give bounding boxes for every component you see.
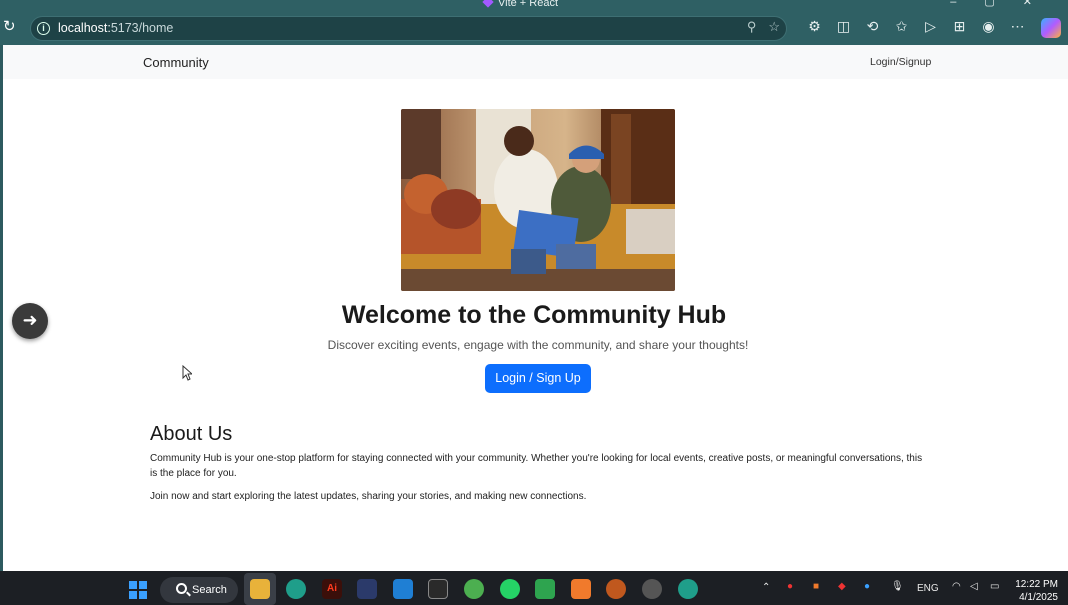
edge-browser-icon[interactable] xyxy=(286,579,306,599)
nav-login-link[interactable]: Login/Signup xyxy=(870,56,931,68)
hero-title: Welcome to the Community Hub xyxy=(341,301,727,329)
about-paragraph-1: Community Hub is your one-stop platform … xyxy=(150,453,923,479)
hero-subtitle: Discover exciting events, engage with th… xyxy=(327,338,749,352)
tab-title-text: Vite + React xyxy=(498,0,559,9)
taskbar-search[interactable]: Search xyxy=(160,577,238,603)
tray-xampp-icon[interactable]: ■ xyxy=(813,581,819,592)
send-icon[interactable]: ▷ xyxy=(916,18,945,35)
microphone-icon[interactable]: 🎙 xyxy=(891,581,904,592)
search-icon xyxy=(176,583,187,594)
taskbar-clock[interactable]: 12:22 PM 4/1/2025 xyxy=(1012,578,1058,604)
arrow-right-icon[interactable]: ➜ xyxy=(12,303,48,339)
about-paragraph-2: Join now and start exploring the latest … xyxy=(150,491,587,502)
url-path: 5173/home xyxy=(110,21,174,35)
hero-image xyxy=(401,109,675,291)
about-heading: About Us xyxy=(150,423,233,445)
extensions-icon[interactable]: ⚙ xyxy=(800,18,829,35)
search-label: Search xyxy=(192,584,227,596)
favorite-star-icon[interactable]: ☆ xyxy=(768,19,780,34)
edge-profile-icon[interactable] xyxy=(678,579,698,599)
navbar-brand[interactable]: Community xyxy=(143,55,209,70)
chrome-icon[interactable] xyxy=(642,579,662,599)
brave-browser-icon[interactable] xyxy=(606,579,626,599)
mysql-workbench-icon[interactable] xyxy=(357,579,377,599)
wifi-icon[interactable]: ◠ xyxy=(952,581,961,592)
history-icon[interactable]: ⟲ xyxy=(858,18,887,35)
copilot-icon[interactable] xyxy=(1041,18,1061,38)
window-controls[interactable]: –▢✕ xyxy=(950,0,1060,8)
whatsapp-icon[interactable] xyxy=(500,579,520,599)
show-hidden-icons-icon[interactable]: ⌃ xyxy=(762,582,770,593)
browser-toolbar: ↻ i localhost:5173/home ⚲ ☆ ⚙ ◫ ⟲ ✩ ▷ ⊞ ◉ ⋯ xyxy=(0,12,1068,45)
url-text[interactable]: localhost:5173/home xyxy=(58,21,173,35)
address-bar[interactable]: i localhost:5173/home ⚲ ☆ xyxy=(30,16,787,41)
reload-icon[interactable]: ↻ xyxy=(3,19,19,35)
tray-app-3-icon[interactable]: ● xyxy=(864,581,870,592)
tray-app-2-icon[interactable]: ◆ xyxy=(838,581,846,592)
clock-date: 4/1/2025 xyxy=(1019,592,1058,603)
tray-app-1-icon[interactable]: ● xyxy=(787,581,793,592)
file-explorer-icon[interactable] xyxy=(250,579,270,599)
login-signup-button[interactable]: Login / Sign Up xyxy=(485,364,591,393)
profile-icon[interactable]: ◉ xyxy=(974,18,1003,35)
url-host: localhost: xyxy=(58,21,111,35)
tab-title[interactable]: Vite + React xyxy=(482,0,559,9)
close-window-button[interactable]: ✕ xyxy=(1023,0,1060,8)
windows-taskbar: Search Ai ⌃ ● ■ ◆ ● 🎙 ENG ◠ ◁ ▭ 12:22 PM… xyxy=(0,571,1068,605)
vscode-icon[interactable] xyxy=(393,579,413,599)
site-info-icon[interactable]: i xyxy=(37,22,50,35)
split-screen-icon[interactable]: ◫ xyxy=(829,18,858,35)
utorrent-icon[interactable] xyxy=(464,579,484,599)
vite-logo-icon xyxy=(482,0,494,8)
app-green-icon[interactable] xyxy=(535,579,555,599)
xampp-icon[interactable] xyxy=(571,579,591,599)
site-navbar: Community Login/Signup xyxy=(3,45,1068,79)
favorites-icon[interactable]: ✩ xyxy=(887,18,916,35)
collections-icon[interactable]: ⊞ xyxy=(945,18,974,35)
minimize-button[interactable]: – xyxy=(950,0,984,8)
maximize-button[interactable]: ▢ xyxy=(984,0,1022,8)
start-menu-icon[interactable] xyxy=(129,581,147,599)
more-icon[interactable]: ⋯ xyxy=(1003,18,1032,35)
window-titlebar: Vite + React –▢✕ xyxy=(0,0,1068,12)
volume-icon[interactable]: ◁ xyxy=(970,581,978,592)
battery-icon[interactable]: ▭ xyxy=(990,581,999,592)
illustrator-icon[interactable]: Ai xyxy=(322,579,342,599)
page-edge xyxy=(0,45,3,571)
mouse-cursor-icon xyxy=(182,365,192,381)
language-indicator[interactable]: ENG xyxy=(917,583,939,594)
web-page: Community Login/Signup Welcome to the Co… xyxy=(0,45,1068,571)
zoom-icon[interactable]: ⚲ xyxy=(747,19,757,34)
clock-time: 12:22 PM xyxy=(1015,579,1058,590)
terminal-icon[interactable] xyxy=(428,579,448,599)
